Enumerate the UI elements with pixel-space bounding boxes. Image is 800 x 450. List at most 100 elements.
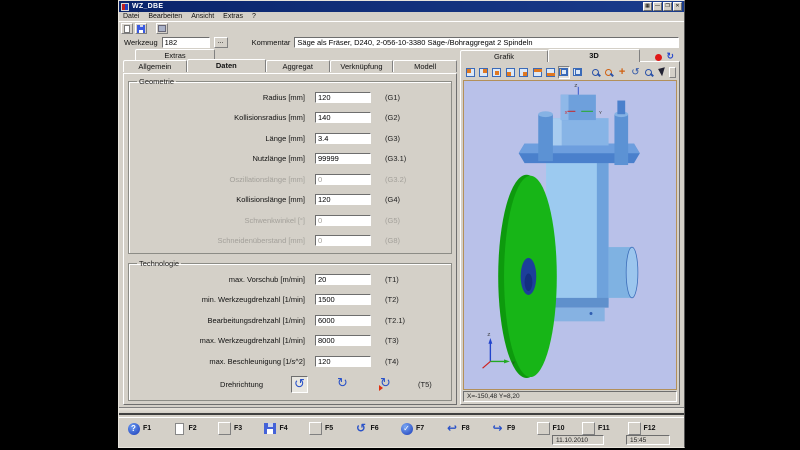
title-bar[interactable]: WZ_DBE ▦ — ❒ ✕ (119, 1, 684, 12)
f8-button[interactable]: ↩ F8 (446, 422, 492, 435)
tab-grafik[interactable]: Grafik (460, 50, 548, 62)
oszillationslaenge-code: (G3.2) (385, 174, 407, 184)
system-icon-button[interactable]: ▦ (643, 2, 652, 11)
zoom-window-icon[interactable] (603, 66, 615, 79)
blank-icon (536, 422, 550, 435)
form-row: min. Werkzeugdrehzahl [1/min] (T2) (133, 290, 447, 311)
view-iso-icon[interactable] (464, 66, 476, 79)
menu-ansicht[interactable]: Ansicht (191, 13, 214, 20)
status-date: 11.10.2010 (552, 435, 604, 445)
refresh-icon[interactable]: ↻ (666, 52, 674, 62)
f7-button[interactable]: ✓ F7 (400, 422, 446, 435)
tab-verknuepfung[interactable]: Verknüpfung (329, 60, 394, 72)
app-icon (121, 2, 129, 11)
geometrie-group: Geometrie Radius [mm] (G1) Kollisionsrad… (128, 77, 452, 254)
menu-extras[interactable]: Extras (223, 13, 243, 20)
laenge-label: Länge [mm] (265, 133, 305, 143)
close-button[interactable]: ✕ (673, 2, 682, 11)
properties-button[interactable] (156, 23, 168, 34)
toolbar-overflow-button[interactable] (669, 66, 677, 78)
vorschub-input[interactable] (315, 273, 371, 285)
tab-modell[interactable]: Modell (393, 60, 458, 72)
view-front-icon[interactable] (477, 66, 489, 79)
bearbeitungsdrehzahl-input[interactable] (315, 314, 371, 326)
form-row: Nutzlänge [mm] (G3.1) (133, 149, 447, 170)
f5-button[interactable]: F5 (309, 422, 355, 435)
f4-button[interactable]: F4 (264, 422, 310, 435)
rotate-view-icon[interactable]: ↺ (629, 66, 641, 79)
kollisionslaenge-label: Kollisionslänge [mm] (236, 195, 305, 205)
properties-icon (158, 25, 166, 32)
f3-button[interactable]: F3 (218, 422, 264, 435)
f12-button[interactable]: F12 (627, 422, 674, 435)
menu-help[interactable]: ? (252, 13, 256, 20)
3d-viewport[interactable]: Z X Y Z Y (463, 80, 677, 390)
laenge-input[interactable] (315, 132, 371, 144)
view-top-icon[interactable] (531, 66, 543, 79)
maximize-button[interactable]: ❒ (663, 2, 672, 11)
minimize-button[interactable]: — (653, 2, 662, 11)
main-area: Extras Allgemein Daten Aggregat Verknüpf… (119, 49, 684, 407)
f11-button[interactable]: F11 (582, 422, 628, 435)
schneidenueberstand-input (315, 235, 371, 247)
view-toolbar: + ↺ (463, 64, 677, 80)
view-bottom-icon[interactable] (544, 66, 556, 79)
save-button[interactable] (135, 23, 147, 34)
kommentar-input[interactable] (294, 36, 679, 48)
f1-button[interactable]: ? F1 (127, 422, 173, 435)
rotate-cw-icon[interactable]: ↻ (334, 376, 351, 393)
browse-button[interactable]: ... (213, 36, 228, 48)
bearbeitungsdrehzahl-code: (T2.1) (385, 315, 406, 325)
kommentar-label: Kommentar (251, 37, 291, 47)
tab-allgemein[interactable]: Allgemein (123, 60, 187, 72)
beschleunigung-input[interactable] (315, 355, 371, 367)
f6-button[interactable]: ↺ F6 (355, 422, 401, 435)
drehrichtung-label: Drehrichtung (220, 380, 263, 389)
application-window: WZ_DBE ▦ — ❒ ✕ Datei Bearbeiten Ansicht … (118, 0, 685, 448)
view-window-icon[interactable] (557, 65, 570, 79)
zoom-in-icon[interactable] (589, 66, 601, 79)
nutzlaenge-input[interactable] (315, 153, 371, 165)
f10-button[interactable]: F10 (536, 422, 583, 435)
pan-icon[interactable]: + (616, 66, 628, 79)
schneidenueberstand-label: Schneidenüberstand [mm] (217, 236, 305, 246)
werkzeug-input[interactable] (161, 36, 210, 48)
min-drehzahl-input[interactable] (315, 294, 371, 306)
nutzlaenge-label: Nutzlänge [mm] (252, 154, 305, 164)
zoom-dynamic-icon[interactable] (643, 66, 655, 79)
kollisionslaenge-input[interactable] (315, 194, 371, 206)
record-dot-icon[interactable] (655, 53, 663, 61)
svg-text:Z: Z (487, 332, 490, 338)
f2-button[interactable]: F2 (173, 422, 219, 435)
menu-datei[interactable]: Datei (123, 13, 139, 20)
technologie-group-title: Technologie (139, 259, 180, 268)
graphics-tab-row: Grafik 3D ↻ (460, 49, 680, 62)
menu-bar: Datei Bearbeiten Ansicht Extras ? (119, 12, 684, 22)
blank-icon (627, 422, 641, 435)
f9-button[interactable]: ↪ F9 (491, 422, 537, 435)
new-document-icon (174, 422, 184, 435)
view-left-icon[interactable] (504, 66, 516, 79)
radius-input[interactable] (315, 91, 371, 103)
radius-code: (G1) (385, 92, 400, 102)
tab-3d[interactable]: 3D (548, 49, 640, 62)
rotate-ccw-icon[interactable]: ↺ (291, 376, 308, 393)
form-row: Radius [mm] (G1) (133, 87, 447, 108)
new-file-button[interactable] (121, 23, 133, 34)
kollisionsradius-input[interactable] (315, 112, 371, 124)
rotate-cw-alt-icon[interactable]: ↻ (377, 376, 394, 393)
form-row: max. Vorschub [m/min] (T1) (133, 269, 447, 290)
form-row: max. Beschleunigung [1/s^2] (T4) (133, 351, 447, 372)
form-row: Schwenkwinkel [°] (G5) (133, 210, 447, 231)
max-drehzahl-input[interactable] (315, 335, 371, 347)
tab-daten[interactable]: Daten (186, 59, 266, 72)
drehrichtung-row: Drehrichtung ↺ ↻ ↻ (T5) (133, 372, 447, 398)
view-back-icon[interactable] (491, 66, 503, 79)
menu-bearbeiten[interactable]: Bearbeiten (148, 13, 182, 20)
tab-aggregat[interactable]: Aggregat (265, 60, 330, 72)
select-icon[interactable] (656, 66, 668, 79)
view-right-icon[interactable] (518, 66, 530, 79)
view-free-icon[interactable] (571, 66, 583, 79)
schneidenueberstand-code: (G8) (385, 236, 400, 246)
undo-rotate-icon: ↺ (355, 421, 367, 435)
